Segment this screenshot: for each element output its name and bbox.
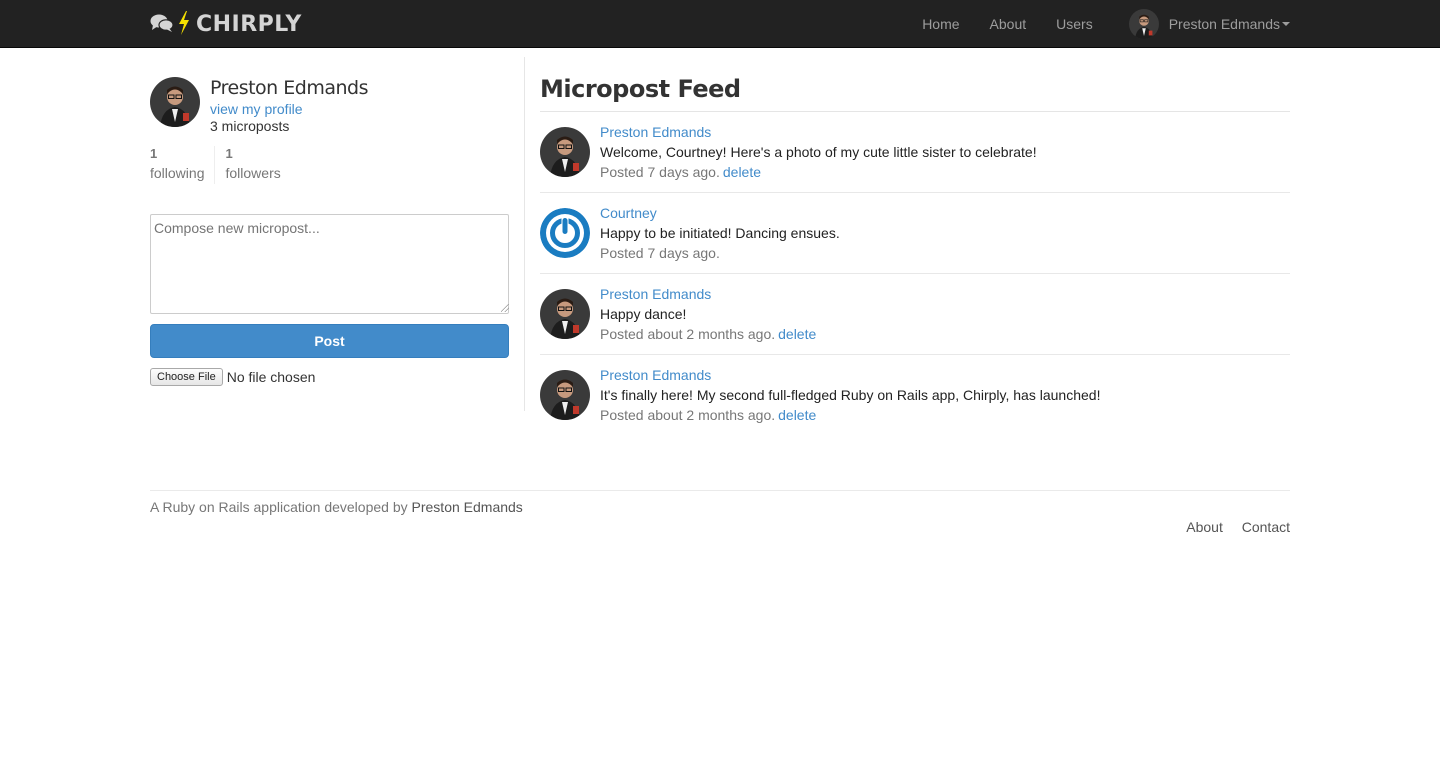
brand-name: CHIRPLY xyxy=(196,11,302,37)
feed-list: Preston Edmands Welcome, Courtney! Here'… xyxy=(540,112,1290,436)
file-status: No file chosen xyxy=(226,369,316,385)
followers-stat[interactable]: 1 followers xyxy=(214,146,290,184)
user-menu-dropdown[interactable]: Preston Edmands xyxy=(1128,8,1290,39)
nav-link-home[interactable]: Home xyxy=(922,16,959,32)
view-profile-link[interactable]: view my profile xyxy=(210,101,303,117)
lightning-bolt-icon xyxy=(178,10,190,38)
post-content: Welcome, Courtney! Here's a photo of my … xyxy=(600,144,1037,160)
avatar[interactable] xyxy=(540,208,590,258)
timestamp-text: Posted 7 days ago. xyxy=(600,164,720,180)
feed-title: Micropost Feed xyxy=(540,75,741,103)
following-stat[interactable]: 1 following xyxy=(150,146,214,184)
user-info: Preston Edmands view my profile 3 microp… xyxy=(150,77,510,134)
author-link[interactable]: Preston Edmands xyxy=(412,499,523,515)
brand-logo[interactable]: CHIRPLY xyxy=(150,10,302,38)
post-author-link[interactable]: Preston Edmands xyxy=(600,367,711,383)
post-content: It's finally here! My second full-fledge… xyxy=(600,387,1101,403)
choose-file-button[interactable]: Choose File xyxy=(150,368,223,386)
post-timestamp: Posted 7 days ago. xyxy=(600,245,720,261)
chat-bubbles-icon xyxy=(150,13,174,36)
followers-label: followers xyxy=(225,165,281,181)
navbar: CHIRPLY Home About Users Preston Edmands xyxy=(0,0,1440,48)
avatar[interactable] xyxy=(150,77,200,127)
resize-grip-icon[interactable] xyxy=(501,304,509,312)
timestamp-text: Posted 7 days ago. xyxy=(600,245,720,261)
timestamp-text: Posted about 2 months ago. xyxy=(600,407,776,423)
list-item: Courtney Happy to be initiated! Dancing … xyxy=(540,193,1290,274)
post-content: Happy to be initiated! Dancing ensues. xyxy=(600,225,840,241)
delete-link[interactable]: delete xyxy=(778,326,816,342)
list-item: Preston Edmands Happy dance! Posted abou… xyxy=(540,274,1290,355)
footer: A Ruby on Rails application developed by… xyxy=(150,490,1290,540)
post-button[interactable]: Post xyxy=(150,324,509,358)
nav-link-users[interactable]: Users xyxy=(1056,16,1093,32)
list-item: Preston Edmands Welcome, Courtney! Here'… xyxy=(540,112,1290,193)
nav-user-name: Preston Edmands xyxy=(1168,15,1280,32)
followers-count: 1 xyxy=(225,146,233,161)
avatar[interactable] xyxy=(540,127,590,177)
following-label: following xyxy=(150,165,205,181)
footer-link-contact[interactable]: Contact xyxy=(1242,519,1290,535)
avatar xyxy=(1128,8,1159,39)
timestamp-text: Posted about 2 months ago. xyxy=(600,326,776,342)
caret-down-icon xyxy=(1282,21,1290,26)
post-author-link[interactable]: Preston Edmands xyxy=(600,124,711,140)
post-timestamp: Posted about 2 months ago. delete xyxy=(600,407,816,423)
micropost-count: 3 microposts xyxy=(210,118,290,134)
nav-link-about[interactable]: About xyxy=(990,16,1027,32)
post-author-link[interactable]: Courtney xyxy=(600,205,657,221)
following-count: 1 xyxy=(150,146,158,161)
post-timestamp: Posted about 2 months ago. delete xyxy=(600,326,816,342)
credit-text: A Ruby on Rails application developed by xyxy=(150,499,408,515)
footer-links: About Contact xyxy=(1171,519,1290,535)
post-content: Happy dance! xyxy=(600,306,687,322)
delete-link[interactable]: delete xyxy=(778,407,816,423)
nav-links: Home About Users Preston Edmands xyxy=(892,0,1290,47)
delete-link[interactable]: delete xyxy=(723,164,761,180)
compose-micropost-input[interactable] xyxy=(150,214,509,314)
post-author-link[interactable]: Preston Edmands xyxy=(600,286,711,302)
avatar[interactable] xyxy=(540,289,590,339)
profile-user-name: Preston Edmands xyxy=(210,77,368,99)
post-timestamp: Posted 7 days ago. delete xyxy=(600,164,761,180)
sidebar: Preston Edmands view my profile 3 microp… xyxy=(150,57,525,411)
avatar[interactable] xyxy=(540,370,590,420)
footer-credit: A Ruby on Rails application developed by… xyxy=(150,499,523,515)
footer-link-about[interactable]: About xyxy=(1186,519,1223,535)
list-item: Preston Edmands It's finally here! My se… xyxy=(540,355,1290,436)
file-upload: Choose File No file chosen xyxy=(150,368,315,386)
follow-stats: 1 following 1 followers xyxy=(150,146,291,184)
